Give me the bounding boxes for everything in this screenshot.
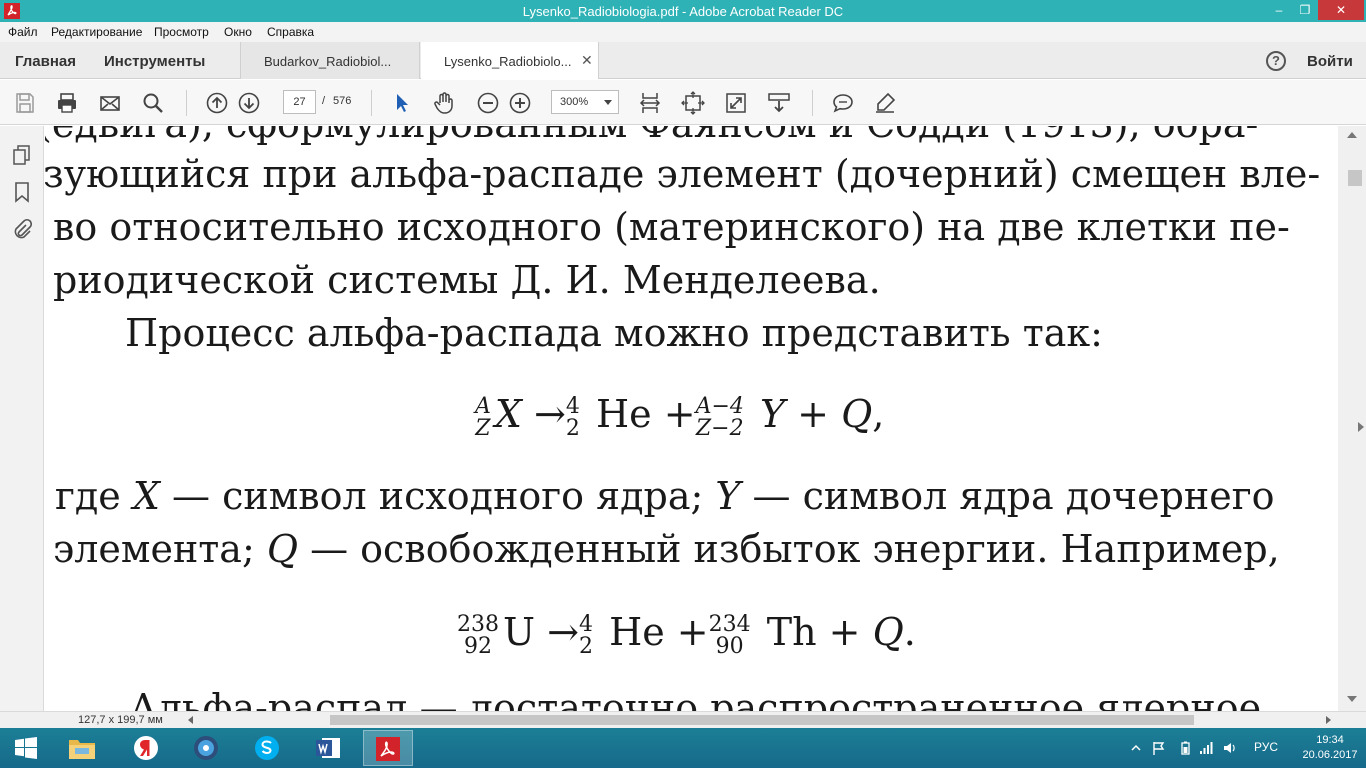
menu-view[interactable]: Просмотр xyxy=(154,25,209,39)
page-total: 576 xyxy=(333,95,352,107)
document-text-line: где X — символ исходного ядра; Y — симво… xyxy=(55,474,1275,518)
scroll-up-arrow-icon[interactable] xyxy=(1347,132,1357,138)
system-clock[interactable]: 19:34 20.06.2017 xyxy=(1300,733,1360,763)
comment-icon[interactable] xyxy=(831,91,855,115)
zoom-in-icon[interactable] xyxy=(508,91,532,115)
page-thumbnails-icon[interactable] xyxy=(12,144,32,166)
nuclide-indices: 42 xyxy=(578,611,593,659)
document-text-line: Процесс альфа-распада можно представить … xyxy=(125,311,1103,355)
input-language-indicator[interactable]: РУС xyxy=(1254,740,1278,754)
sign-in-button[interactable]: Войти xyxy=(1307,53,1353,70)
fit-width-icon[interactable] xyxy=(638,91,662,115)
action-center-flag-icon[interactable] xyxy=(1152,741,1166,755)
prev-page-icon[interactable] xyxy=(205,91,229,115)
attachments-icon[interactable] xyxy=(12,218,32,240)
horizontal-scroll-thumb[interactable] xyxy=(330,715,1194,725)
page-size-label: 127,7 x 199,7 мм xyxy=(78,714,163,726)
navigation-pane xyxy=(0,126,52,711)
scroll-mode-icon[interactable] xyxy=(767,91,791,115)
toolbar-divider xyxy=(371,90,372,116)
tab-tools[interactable]: Инструменты xyxy=(104,53,205,70)
print-icon[interactable] xyxy=(55,91,79,115)
save-icon[interactable] xyxy=(13,91,37,115)
vertical-scrollbar[interactable] xyxy=(1338,126,1366,711)
window-title: Lysenko_Radiobiologia.pdf - Adobe Acroba… xyxy=(522,4,844,19)
nuclide-indices: AZ xyxy=(475,393,491,441)
minimize-button[interactable]: – xyxy=(1266,0,1292,20)
search-icon[interactable] xyxy=(141,91,165,115)
menu-help[interactable]: Справка xyxy=(267,25,314,39)
nuclide-indices: 42 xyxy=(565,393,580,441)
zoom-value: 300% xyxy=(560,96,589,108)
help-icon[interactable]: ? xyxy=(1266,51,1286,71)
document-text-line: Альфа-распад — достаточно распространенн… xyxy=(129,686,1262,711)
toolbar-divider xyxy=(186,90,187,116)
nuclide-indices: 238 92 xyxy=(457,611,499,659)
chevron-down-icon xyxy=(604,100,612,105)
word-icon[interactable] xyxy=(303,730,353,766)
tab-home[interactable]: Главная xyxy=(15,53,76,70)
close-tab-icon[interactable]: ✕ xyxy=(581,52,593,69)
document-tab-label: Lysenko_Radiobiolo... xyxy=(444,54,572,69)
next-page-icon[interactable] xyxy=(237,91,261,115)
document-text-line: (едвига), сформулированным Фаянсом и Сод… xyxy=(45,126,1258,146)
windows-start-icon[interactable] xyxy=(14,736,38,760)
bookmarks-icon[interactable] xyxy=(12,181,32,203)
menu-bar: Файл Редактирование Просмотр Окно Справк… xyxy=(0,22,1366,42)
document-text-line: риодической системы Д. И. Менделеева. xyxy=(53,258,881,302)
highlight-icon[interactable] xyxy=(873,91,897,115)
main-toolbar: 27 / 576 300% xyxy=(0,80,1366,125)
alpha-decay-general-formula: AZX → 4 2 He + A−4 Z−2 Y + Q, xyxy=(475,392,885,441)
document-text-line: зующийся при альфа-распаде элемент (доче… xyxy=(45,152,1321,196)
menu-edit[interactable]: Редактирование xyxy=(51,25,142,39)
clock-date: 20.06.2017 xyxy=(1302,749,1358,761)
document-tab-lysenko[interactable]: Lysenko_Radiobiolo... ✕ xyxy=(421,42,599,79)
media-app-icon[interactable] xyxy=(181,730,231,766)
toolbar-divider xyxy=(812,90,813,116)
document-view[interactable]: (едвига), сформулированным Фаянсом и Сод… xyxy=(45,126,1338,711)
tabs-bar: Главная Инструменты Budarkov_Radiobiol..… xyxy=(0,42,1366,79)
page-separator: / xyxy=(322,95,326,107)
document-text-line: элемента; Q — освобожденный избыток энер… xyxy=(53,527,1280,571)
fullscreen-icon[interactable] xyxy=(724,91,748,115)
battery-icon[interactable] xyxy=(1178,741,1192,755)
maximize-button[interactable]: ❐ xyxy=(1292,0,1318,20)
yandex-browser-icon[interactable] xyxy=(121,730,171,766)
select-cursor-icon[interactable] xyxy=(390,91,414,115)
acrobat-icon[interactable] xyxy=(363,730,413,766)
expand-right-pane-icon[interactable] xyxy=(1358,422,1364,432)
title-bar: Lysenko_Radiobiologia.pdf - Adobe Acroba… xyxy=(0,0,1366,22)
zoom-dropdown[interactable]: 300% xyxy=(551,90,619,114)
volume-icon[interactable] xyxy=(1223,741,1237,755)
nuclide-indices: 234 90 xyxy=(708,611,751,659)
acrobat-reader-window: Lysenko_Radiobiologia.pdf - Adobe Acroba… xyxy=(0,0,1366,768)
file-explorer-icon[interactable] xyxy=(57,730,107,766)
scroll-left-arrow-icon[interactable] xyxy=(188,716,193,724)
zoom-out-icon[interactable] xyxy=(476,91,500,115)
menu-file[interactable]: Файл xyxy=(8,25,38,39)
scroll-down-arrow-icon[interactable] xyxy=(1347,696,1357,702)
windows-taskbar: РУС 19:34 20.06.2017 xyxy=(0,728,1366,768)
email-icon[interactable] xyxy=(98,91,122,115)
close-window-button[interactable]: ✕ xyxy=(1318,0,1364,20)
vertical-scroll-thumb[interactable] xyxy=(1348,170,1362,186)
page-number-input[interactable]: 27 xyxy=(283,90,316,114)
document-tab-label: Budarkov_Radiobiol... xyxy=(264,54,392,69)
document-tab-budarkov[interactable]: Budarkov_Radiobiol... xyxy=(240,42,420,79)
network-signal-icon[interactable] xyxy=(1199,741,1213,755)
hand-icon[interactable] xyxy=(432,91,456,115)
menu-window[interactable]: Окно xyxy=(224,25,252,39)
document-text-line: во относительно исходного (материнского)… xyxy=(53,205,1290,249)
scroll-right-arrow-icon[interactable] xyxy=(1326,716,1331,724)
nuclide-indices: A−4 Z−2 xyxy=(695,393,744,441)
clock-time: 19:34 xyxy=(1316,734,1344,746)
show-hidden-icons-icon[interactable] xyxy=(1129,741,1143,755)
status-bar: 127,7 x 199,7 мм xyxy=(0,711,1366,728)
skype-icon[interactable] xyxy=(242,730,292,766)
fit-page-icon[interactable] xyxy=(681,91,705,115)
uranium-decay-formula: 238 92 U → 4 2 He +234 90 Th + Q. xyxy=(457,610,916,659)
